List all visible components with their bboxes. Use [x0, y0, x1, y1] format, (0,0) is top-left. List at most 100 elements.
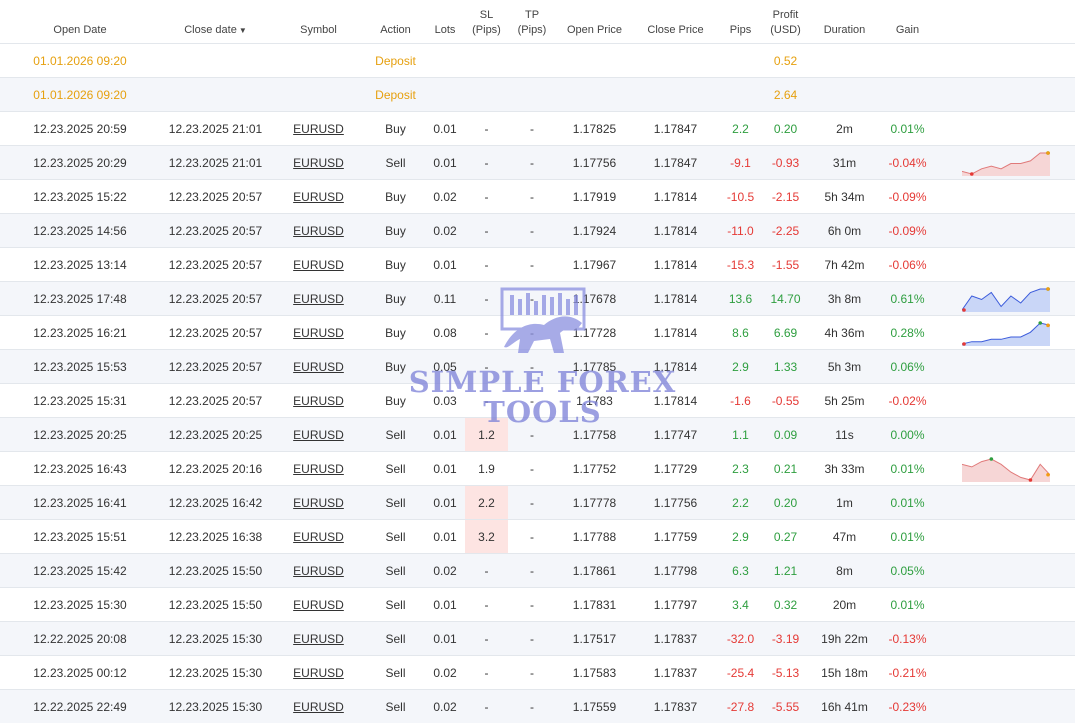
table-row[interactable]: 12.23.2025 15:5312.23.2025 20:57EURUSDBu… — [0, 350, 1075, 384]
cell-symbol[interactable]: EURUSD — [271, 146, 366, 180]
cell-symbol[interactable]: EURUSD — [271, 282, 366, 316]
symbol-link[interactable]: EURUSD — [293, 224, 344, 238]
cell-symbol[interactable]: EURUSD — [271, 588, 366, 622]
symbol-link[interactable]: EURUSD — [293, 258, 344, 272]
cell-symbol[interactable]: EURUSD — [271, 418, 366, 452]
cell-action: Buy — [366, 248, 425, 282]
cell-action: Buy — [366, 316, 425, 350]
col-sl[interactable]: SL(Pips) — [465, 0, 508, 44]
table-row[interactable]: 12.23.2025 15:2212.23.2025 20:57EURUSDBu… — [0, 180, 1075, 214]
cell-close-price — [633, 44, 718, 78]
symbol-link[interactable]: EURUSD — [293, 564, 344, 578]
cell-close: 12.23.2025 20:57 — [160, 350, 271, 384]
cell-open: 12.23.2025 20:59 — [0, 112, 160, 146]
symbol-link[interactable]: EURUSD — [293, 292, 344, 306]
cell-duration: 47m — [808, 520, 881, 554]
table-row[interactable]: 12.23.2025 15:3112.23.2025 20:57EURUSDBu… — [0, 384, 1075, 418]
col-close-price[interactable]: Close Price — [633, 0, 718, 44]
cell-close-price: 1.17756 — [633, 486, 718, 520]
table-row[interactable]: 12.23.2025 16:4112.23.2025 16:42EURUSDSe… — [0, 486, 1075, 520]
symbol-link[interactable]: EURUSD — [293, 462, 344, 476]
table-row[interactable]: 12.23.2025 17:4812.23.2025 20:57EURUSDBu… — [0, 282, 1075, 316]
trade-sparkline-chart — [962, 456, 1050, 482]
table-header: Open Date Close date▼ Symbol Action Lots… — [0, 0, 1075, 44]
cell-symbol[interactable]: EURUSD — [271, 656, 366, 690]
symbol-link[interactable]: EURUSD — [293, 326, 344, 340]
cell-duration: 2m — [808, 112, 881, 146]
col-duration[interactable]: Duration — [808, 0, 881, 44]
cell-symbol[interactable]: EURUSD — [271, 622, 366, 656]
symbol-link[interactable]: EURUSD — [293, 156, 344, 170]
symbol-link[interactable]: EURUSD — [293, 360, 344, 374]
table-row[interactable]: 12.23.2025 15:5112.23.2025 16:38EURUSDSe… — [0, 520, 1075, 554]
cell-pips: -11.0 — [718, 214, 763, 248]
table-row[interactable]: 12.23.2025 13:1412.23.2025 20:57EURUSDBu… — [0, 248, 1075, 282]
cell-sparkline — [934, 418, 1075, 452]
symbol-link[interactable]: EURUSD — [293, 666, 344, 680]
cell-symbol[interactable]: EURUSD — [271, 384, 366, 418]
table-row[interactable]: 12.23.2025 14:5612.23.2025 20:57EURUSDBu… — [0, 214, 1075, 248]
table-row[interactable]: 12.23.2025 15:4212.23.2025 15:50EURUSDSe… — [0, 554, 1075, 588]
cell-sparkline — [934, 78, 1075, 112]
cell-symbol[interactable]: EURUSD — [271, 350, 366, 384]
symbol-link[interactable]: EURUSD — [293, 122, 344, 136]
deposit-row[interactable]: 01.01.2026 09:20Deposit2.64 — [0, 78, 1075, 112]
symbol-link[interactable]: EURUSD — [293, 632, 344, 646]
cell-profit: 0.21 — [763, 452, 808, 486]
symbol-link[interactable]: EURUSD — [293, 700, 344, 714]
cell-sl — [465, 78, 508, 112]
cell-symbol[interactable]: EURUSD — [271, 248, 366, 282]
table-row[interactable]: 12.23.2025 20:2912.23.2025 21:01EURUSDSe… — [0, 146, 1075, 180]
cell-symbol[interactable]: EURUSD — [271, 554, 366, 588]
cell-sparkline — [934, 350, 1075, 384]
col-lots[interactable]: Lots — [425, 0, 465, 44]
col-close-date[interactable]: Close date▼ — [160, 0, 271, 44]
cell-profit: 0.20 — [763, 112, 808, 146]
table-row[interactable]: 12.23.2025 16:4312.23.2025 20:16EURUSDSe… — [0, 452, 1075, 486]
cell-profit: 0.32 — [763, 588, 808, 622]
cell-lots: 0.01 — [425, 452, 465, 486]
cell-symbol[interactable]: EURUSD — [271, 112, 366, 146]
cell-sparkline — [934, 282, 1075, 316]
table-row[interactable]: 12.23.2025 20:2512.23.2025 20:25EURUSDSe… — [0, 418, 1075, 452]
col-open-price[interactable]: Open Price — [556, 0, 633, 44]
table-row[interactable]: 12.23.2025 16:2112.23.2025 20:57EURUSDBu… — [0, 316, 1075, 350]
symbol-link[interactable]: EURUSD — [293, 496, 344, 510]
cell-symbol[interactable]: EURUSD — [271, 520, 366, 554]
col-gain[interactable]: Gain — [881, 0, 934, 44]
table-row[interactable]: 12.23.2025 20:5912.23.2025 21:01EURUSDBu… — [0, 112, 1075, 146]
table-row[interactable]: 12.23.2025 15:3012.23.2025 15:50EURUSDSe… — [0, 588, 1075, 622]
cell-symbol[interactable]: EURUSD — [271, 316, 366, 350]
col-action[interactable]: Action — [366, 0, 425, 44]
cell-pips: -25.4 — [718, 656, 763, 690]
cell-tp — [508, 44, 556, 78]
cell-action: Buy — [366, 384, 425, 418]
cell-symbol[interactable]: EURUSD — [271, 452, 366, 486]
symbol-link[interactable]: EURUSD — [293, 598, 344, 612]
cell-profit: -5.13 — [763, 656, 808, 690]
symbol-link[interactable]: EURUSD — [293, 428, 344, 442]
symbol-link[interactable]: EURUSD — [293, 190, 344, 204]
symbol-link[interactable]: EURUSD — [293, 394, 344, 408]
deposit-row[interactable]: 01.01.2026 09:20Deposit0.52 — [0, 44, 1075, 78]
col-pips[interactable]: Pips — [718, 0, 763, 44]
symbol-link[interactable]: EURUSD — [293, 530, 344, 544]
cell-open: 12.23.2025 15:22 — [0, 180, 160, 214]
cell-symbol[interactable]: EURUSD — [271, 486, 366, 520]
cell-symbol[interactable]: EURUSD — [271, 214, 366, 248]
table-row[interactable]: 12.23.2025 00:1212.23.2025 15:30EURUSDSe… — [0, 656, 1075, 690]
table-row[interactable]: 12.22.2025 20:0812.23.2025 15:30EURUSDSe… — [0, 622, 1075, 656]
col-tp[interactable]: TP(Pips) — [508, 0, 556, 44]
col-open-date[interactable]: Open Date — [0, 0, 160, 44]
cell-pips — [718, 44, 763, 78]
cell-pips: -10.5 — [718, 180, 763, 214]
cell-profit: 0.20 — [763, 486, 808, 520]
col-symbol[interactable]: Symbol — [271, 0, 366, 44]
col-profit[interactable]: Profit(USD) — [763, 0, 808, 44]
cell-close: 12.23.2025 15:50 — [160, 554, 271, 588]
cell-gain: -0.06% — [881, 248, 934, 282]
cell-symbol[interactable]: EURUSD — [271, 180, 366, 214]
cell-profit: 0.52 — [763, 44, 808, 78]
cell-lots: 0.03 — [425, 384, 465, 418]
cell-close-price: 1.17797 — [633, 588, 718, 622]
